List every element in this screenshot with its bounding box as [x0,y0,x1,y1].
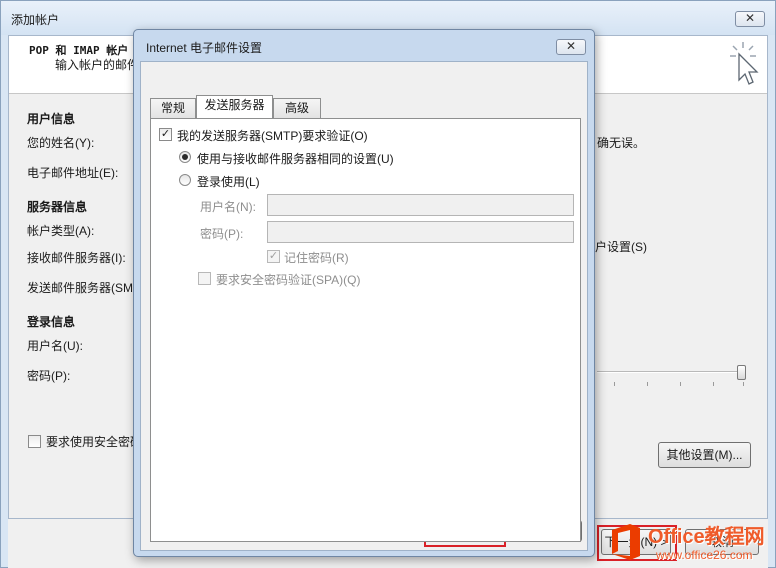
password-label: 密码(P): [200,227,244,241]
outgoing-server-panel: ✓ 我的发送服务器(SMTP)要求验证(O) 使用与接收邮件服务器相同的设置(U… [150,118,581,542]
window-close-button[interactable]: ✕ [735,11,765,27]
watermark: Office教程网 www.office26.com [600,518,776,568]
cursor-click-icon [730,42,759,85]
remember-password-checkbox[interactable]: ✓ [267,250,280,263]
label-incoming-server: 接收邮件服务器(I): [27,251,126,265]
same-settings-label: 使用与接收邮件服务器相同的设置(U) [197,152,394,166]
slider-tick [647,382,648,386]
account-settings-fragment: 户设置(S) [595,240,647,254]
label-email: 电子邮件地址(E): [27,166,119,180]
tab-advanced[interactable]: 高级 [273,98,321,118]
slider-tick [713,382,714,386]
label-username: 用户名(U): [27,339,83,353]
section-login-info: 登录信息 [27,315,76,329]
checkmark-icon: ✓ [268,250,279,262]
dialog-close-button[interactable]: ✕ [556,39,586,55]
username-input[interactable] [267,194,574,216]
office-logo-icon [612,524,640,560]
radio-dot [182,154,188,160]
label-outgoing-server: 发送邮件服务器(SM [27,281,133,295]
tab-general[interactable]: 常规 [150,98,196,118]
confirm-text-fragment: 确无误。 [597,136,646,150]
slider-tick [614,382,615,386]
require-spa-label: 要求使用安全密码 [46,435,143,449]
watermark-url: www.office26.com [656,548,753,562]
same-settings-radio[interactable] [179,151,191,163]
section-user-info: 用户信息 [27,112,76,126]
username-label: 用户名(N): [200,200,256,214]
password-input[interactable] [267,221,574,243]
remember-password-label: 记住密码(R) [284,251,349,265]
offline-slider-track[interactable] [597,371,745,373]
dialog-body: 常规 发送服务器 高级 ✓ 我的发送服务器(SMTP)要求验证(O) 使用与接收… [140,61,588,551]
offline-slider-thumb[interactable] [737,365,746,380]
tab-outgoing-server[interactable]: 发送服务器 [196,95,273,118]
more-settings-button[interactable]: 其他设置(M)... [658,442,751,468]
slider-tick [680,382,681,386]
require-spa-checkbox[interactable] [28,435,41,448]
close-icon: ✕ [744,11,756,25]
label-password: 密码(P): [27,369,71,383]
login-using-radio[interactable] [179,174,191,186]
smtp-auth-checkbox[interactable]: ✓ [159,128,172,141]
window-title: 添加帐户 [11,13,60,27]
smtp-auth-label: 我的发送服务器(SMTP)要求验证(O) [177,129,368,143]
close-icon: ✕ [565,39,577,53]
label-account-type: 帐户类型(A): [27,224,95,238]
section-server-info: 服务器信息 [27,200,88,214]
internet-email-settings-dialog: Internet 电子邮件设置 ✕ 常规 发送服务器 高级 ✓ 我的发送服务器(… [133,29,595,557]
slider-tick [743,382,744,386]
require-spa-label-dialog: 要求安全密码验证(SPA)(Q) [216,273,361,287]
require-spa-checkbox-dialog[interactable] [198,272,211,285]
label-your-name: 您的姓名(Y): [27,136,95,150]
dialog-title: Internet 电子邮件设置 [146,41,263,55]
watermark-name: Office教程网 [648,526,765,548]
header-subtitle: 输入帐户的邮件 [55,58,140,72]
checkmark-icon: ✓ [160,128,171,140]
login-using-label: 登录使用(L) [197,175,260,189]
